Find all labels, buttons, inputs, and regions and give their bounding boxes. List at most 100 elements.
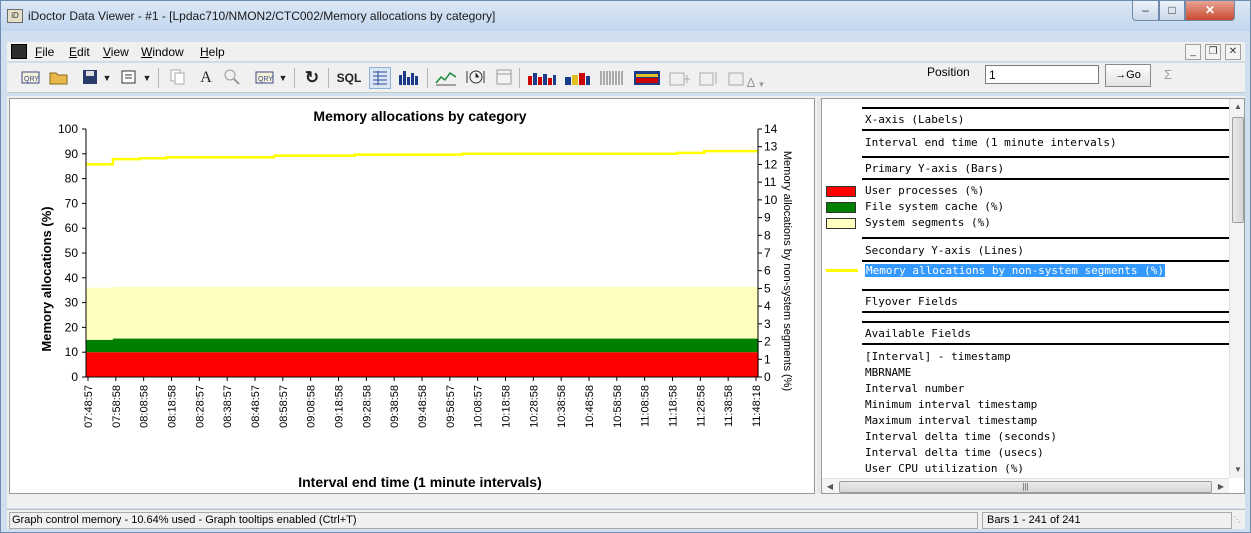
zoom-bars-button[interactable]: [667, 67, 693, 89]
thin-bar-button[interactable]: [597, 67, 627, 89]
calendar-button[interactable]: [493, 67, 515, 89]
menu-help[interactable]: Help: [200, 45, 225, 59]
x-tick-label: 09:08:58: [306, 385, 318, 428]
sum-button[interactable]: Σ: [1157, 67, 1179, 87]
bar-user-processes: [623, 352, 652, 377]
mdi-minimize-button[interactable]: _: [1185, 44, 1201, 60]
scroll-right-icon[interactable]: ▶: [1213, 479, 1229, 493]
primary-field-system[interactable]: System segments (%): [865, 216, 991, 230]
horizontal-scrollbar[interactable]: ◀ ||| ▶: [822, 478, 1229, 493]
list-separator: [862, 107, 1229, 109]
document-icon[interactable]: [11, 44, 27, 59]
horizontal-scroll-thumb[interactable]: |||: [839, 481, 1212, 493]
menu-file[interactable]: File: [35, 45, 54, 59]
x-tick-label: 09:58:57: [445, 385, 457, 428]
available-field[interactable]: MBRNAME: [865, 366, 911, 380]
y2-tick-label: 10: [764, 193, 778, 207]
menu-window[interactable]: Window: [141, 45, 184, 59]
y2-tick-label: 2: [764, 335, 771, 349]
refresh-button[interactable]: ↻: [301, 67, 323, 89]
menu-view[interactable]: View: [103, 45, 129, 59]
primary-field-user[interactable]: User processes (%): [865, 184, 984, 198]
stacked-bar-button[interactable]: [525, 67, 559, 89]
minimize-button[interactable]: –: [1132, 1, 1159, 21]
close-button[interactable]: ✕: [1185, 1, 1235, 21]
y-tick-label: 50: [65, 246, 79, 260]
query-icon: QRY: [21, 71, 40, 84]
menu-edit[interactable]: Edit: [69, 45, 90, 59]
vertical-scroll-thumb[interactable]: [1232, 117, 1244, 223]
x-tick-label: 10:38:58: [556, 385, 568, 428]
y2-axis-label: Memory allocations by non-system segment…: [781, 151, 793, 391]
vertical-scrollbar[interactable]: ▲ ▼: [1229, 99, 1244, 478]
chart-pane[interactable]: Memory allocations by category Interval …: [9, 98, 815, 494]
position-input[interactable]: [985, 65, 1099, 84]
list-separator: [862, 156, 1229, 158]
bar-system-segments: [462, 286, 490, 339]
save-dropdown[interactable]: ▼: [101, 67, 113, 89]
scroll-down-icon[interactable]: ▼: [1230, 462, 1244, 478]
resize-grip-icon[interactable]: ⋱: [1233, 515, 1245, 527]
maximize-button[interactable]: □: [1159, 1, 1185, 21]
available-field[interactable]: Maximum interval timestamp: [865, 414, 1037, 428]
bar-file-system-cache: [274, 338, 302, 353]
selected-field-highlight[interactable]: Memory allocations by non-system segment…: [865, 264, 1166, 277]
line-graph-button[interactable]: [433, 67, 459, 89]
query-icon: QRY: [255, 71, 274, 84]
copy-button[interactable]: [167, 67, 189, 89]
mdi-restore-button[interactable]: ❐: [1205, 44, 1221, 60]
y2-tick-label: 1: [764, 352, 771, 366]
maximize-icon: □: [1168, 3, 1176, 17]
time-button[interactable]: [463, 67, 487, 89]
y2-tick-label: 13: [764, 140, 778, 154]
mdi-close-button[interactable]: ✕: [1225, 44, 1241, 60]
bar-graph-button[interactable]: [396, 67, 422, 89]
window-title: iDoctor Data Viewer - #1 - [Lpdac710/NMO…: [28, 9, 496, 23]
open-button[interactable]: [47, 67, 71, 89]
available-field[interactable]: Interval delta time (seconds): [865, 430, 1057, 444]
properties-button[interactable]: [117, 67, 141, 89]
primary-field-cache[interactable]: File system cache (%): [865, 200, 1004, 214]
query2-button[interactable]: QRY: [251, 67, 277, 89]
secondary-field[interactable]: Memory allocations by non-system segment…: [865, 264, 1166, 278]
y2-tick-label: 11: [764, 175, 777, 189]
query-button[interactable]: QRY: [17, 67, 43, 89]
available-field[interactable]: Interval number: [865, 382, 964, 396]
available-field[interactable]: [Interval] - timestamp: [865, 350, 1011, 364]
query2-dropdown[interactable]: ▼: [277, 67, 289, 89]
chevron-down-icon: ▼: [142, 73, 152, 83]
bar-user-processes: [112, 352, 141, 377]
go-button[interactable]: →Go: [1105, 64, 1151, 87]
bar-user-processes: [247, 352, 275, 377]
minimize-icon: –: [1142, 3, 1149, 17]
memory-chart[interactable]: Memory allocations by category Interval …: [10, 99, 814, 493]
save-button[interactable]: [79, 67, 101, 89]
stacked-color-button[interactable]: [631, 67, 663, 89]
available-field[interactable]: Minimum interval timestamp: [865, 398, 1037, 412]
bar-file-system-cache: [220, 338, 248, 353]
bar-system-segments: [677, 286, 705, 339]
sql-button[interactable]: SQL: [333, 67, 365, 89]
bar-file-system-cache: [596, 338, 625, 353]
find-button[interactable]: [221, 67, 243, 89]
expand-bars-button[interactable]: [697, 67, 721, 89]
x-tick-label: 09:38:58: [389, 385, 401, 428]
xaxis-field[interactable]: Interval end time (1 minute intervals): [865, 136, 1117, 150]
available-field[interactable]: User CPU utilization (%): [865, 462, 1024, 476]
title-bar[interactable]: iD iDoctor Data Viewer - #1 - [Lpdac710/…: [1, 1, 1250, 31]
scroll-left-icon[interactable]: ◀: [822, 479, 838, 493]
color-bar-button[interactable]: [562, 67, 592, 89]
status-text: Graph control memory - 10.64% used - Gra…: [9, 512, 978, 529]
status-bar: Graph control memory - 10.64% used - Gra…: [7, 509, 1245, 529]
table-view-button[interactable]: [369, 67, 391, 89]
line-chart-icon: [435, 71, 457, 86]
delta-button[interactable]: Δ ▼: [725, 67, 767, 90]
bar-system-segments: [247, 286, 275, 339]
scroll-up-icon[interactable]: ▲: [1230, 99, 1244, 115]
bar-user-processes: [381, 352, 410, 377]
properties-dropdown[interactable]: ▼: [141, 67, 153, 89]
legend-swatch-cache: [826, 202, 856, 213]
bar-system-segments: [435, 286, 463, 339]
font-button[interactable]: A: [196, 67, 216, 89]
available-field[interactable]: Interval delta time (usecs): [865, 446, 1044, 460]
